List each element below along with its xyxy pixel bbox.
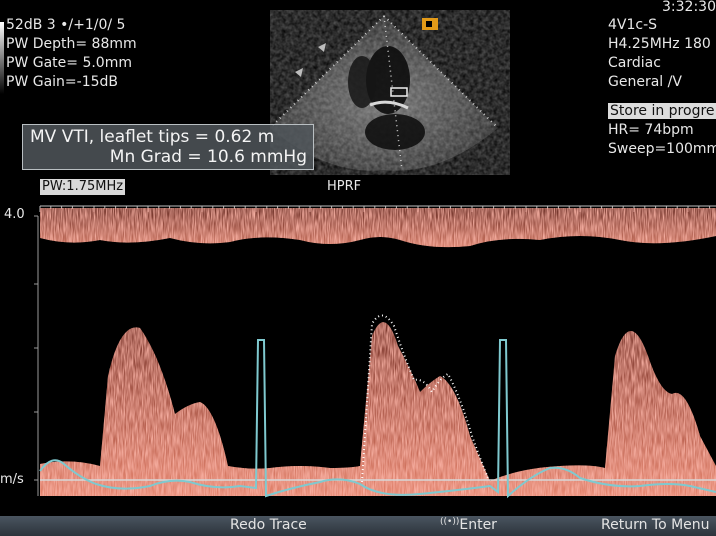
gain-frame-line: 52dB 3 •/+1/0/ 5 xyxy=(6,17,126,33)
knob-icon: ((•)) xyxy=(440,517,460,527)
pw-mode-label: PW:1.75MHz xyxy=(40,179,126,195)
clock: 3:32:30 xyxy=(662,0,716,15)
enter-button[interactable]: ((•))Enter xyxy=(440,517,497,533)
mv-vti-result: MV VTI, leaflet tips = 0.62 m xyxy=(30,127,275,147)
pw-gain: PW Gain=-15dB xyxy=(6,74,119,90)
system-info: 4V1c-S H4.25MHz 180 Cardiac General /V S… xyxy=(608,16,716,159)
measurement-results-box: MV VTI, leaflet tips = 0.62 m Mn Grad = … xyxy=(22,124,314,170)
pw-gate: PW Gate= 5.0mm xyxy=(6,55,132,71)
heart-rate: HR= 74bpm xyxy=(608,122,694,138)
velocity-unit-label: m/s xyxy=(0,472,24,487)
gray-scale-bar xyxy=(0,22,4,94)
preset: General /V xyxy=(608,74,682,90)
pw-depth: PW Depth= 88mm xyxy=(6,36,137,52)
enter-label: Enter xyxy=(459,517,497,533)
forward-flow-envelopes xyxy=(40,322,716,496)
sweep-speed: Sweep=100mm xyxy=(608,141,716,157)
focus-marker-icon xyxy=(318,43,326,52)
acquisition-parameters: 52dB 3 •/+1/0/ 5 PW Depth= 88mm PW Gate=… xyxy=(6,16,137,92)
probe-frequency: H4.25MHz 180 xyxy=(608,36,711,52)
redo-trace-button[interactable]: Redo Trace xyxy=(230,517,307,533)
return-to-menu-button[interactable]: Return To Menu xyxy=(601,517,710,533)
store-status-badge: Store in progre xyxy=(608,103,716,119)
focus-marker-icon xyxy=(295,68,303,77)
probe-name: 4V1c-S xyxy=(608,17,658,33)
softkey-bar: Redo Trace ((•))Enter Return To Menu xyxy=(0,516,716,536)
application: Cardiac xyxy=(608,55,661,71)
mean-gradient-result: Mn Grad = 10.6 mmHg xyxy=(109,147,307,167)
hprf-label: HPRF xyxy=(327,179,362,194)
spectral-doppler-display xyxy=(34,205,716,499)
velocity-scale-max: 4.0 xyxy=(4,207,25,222)
